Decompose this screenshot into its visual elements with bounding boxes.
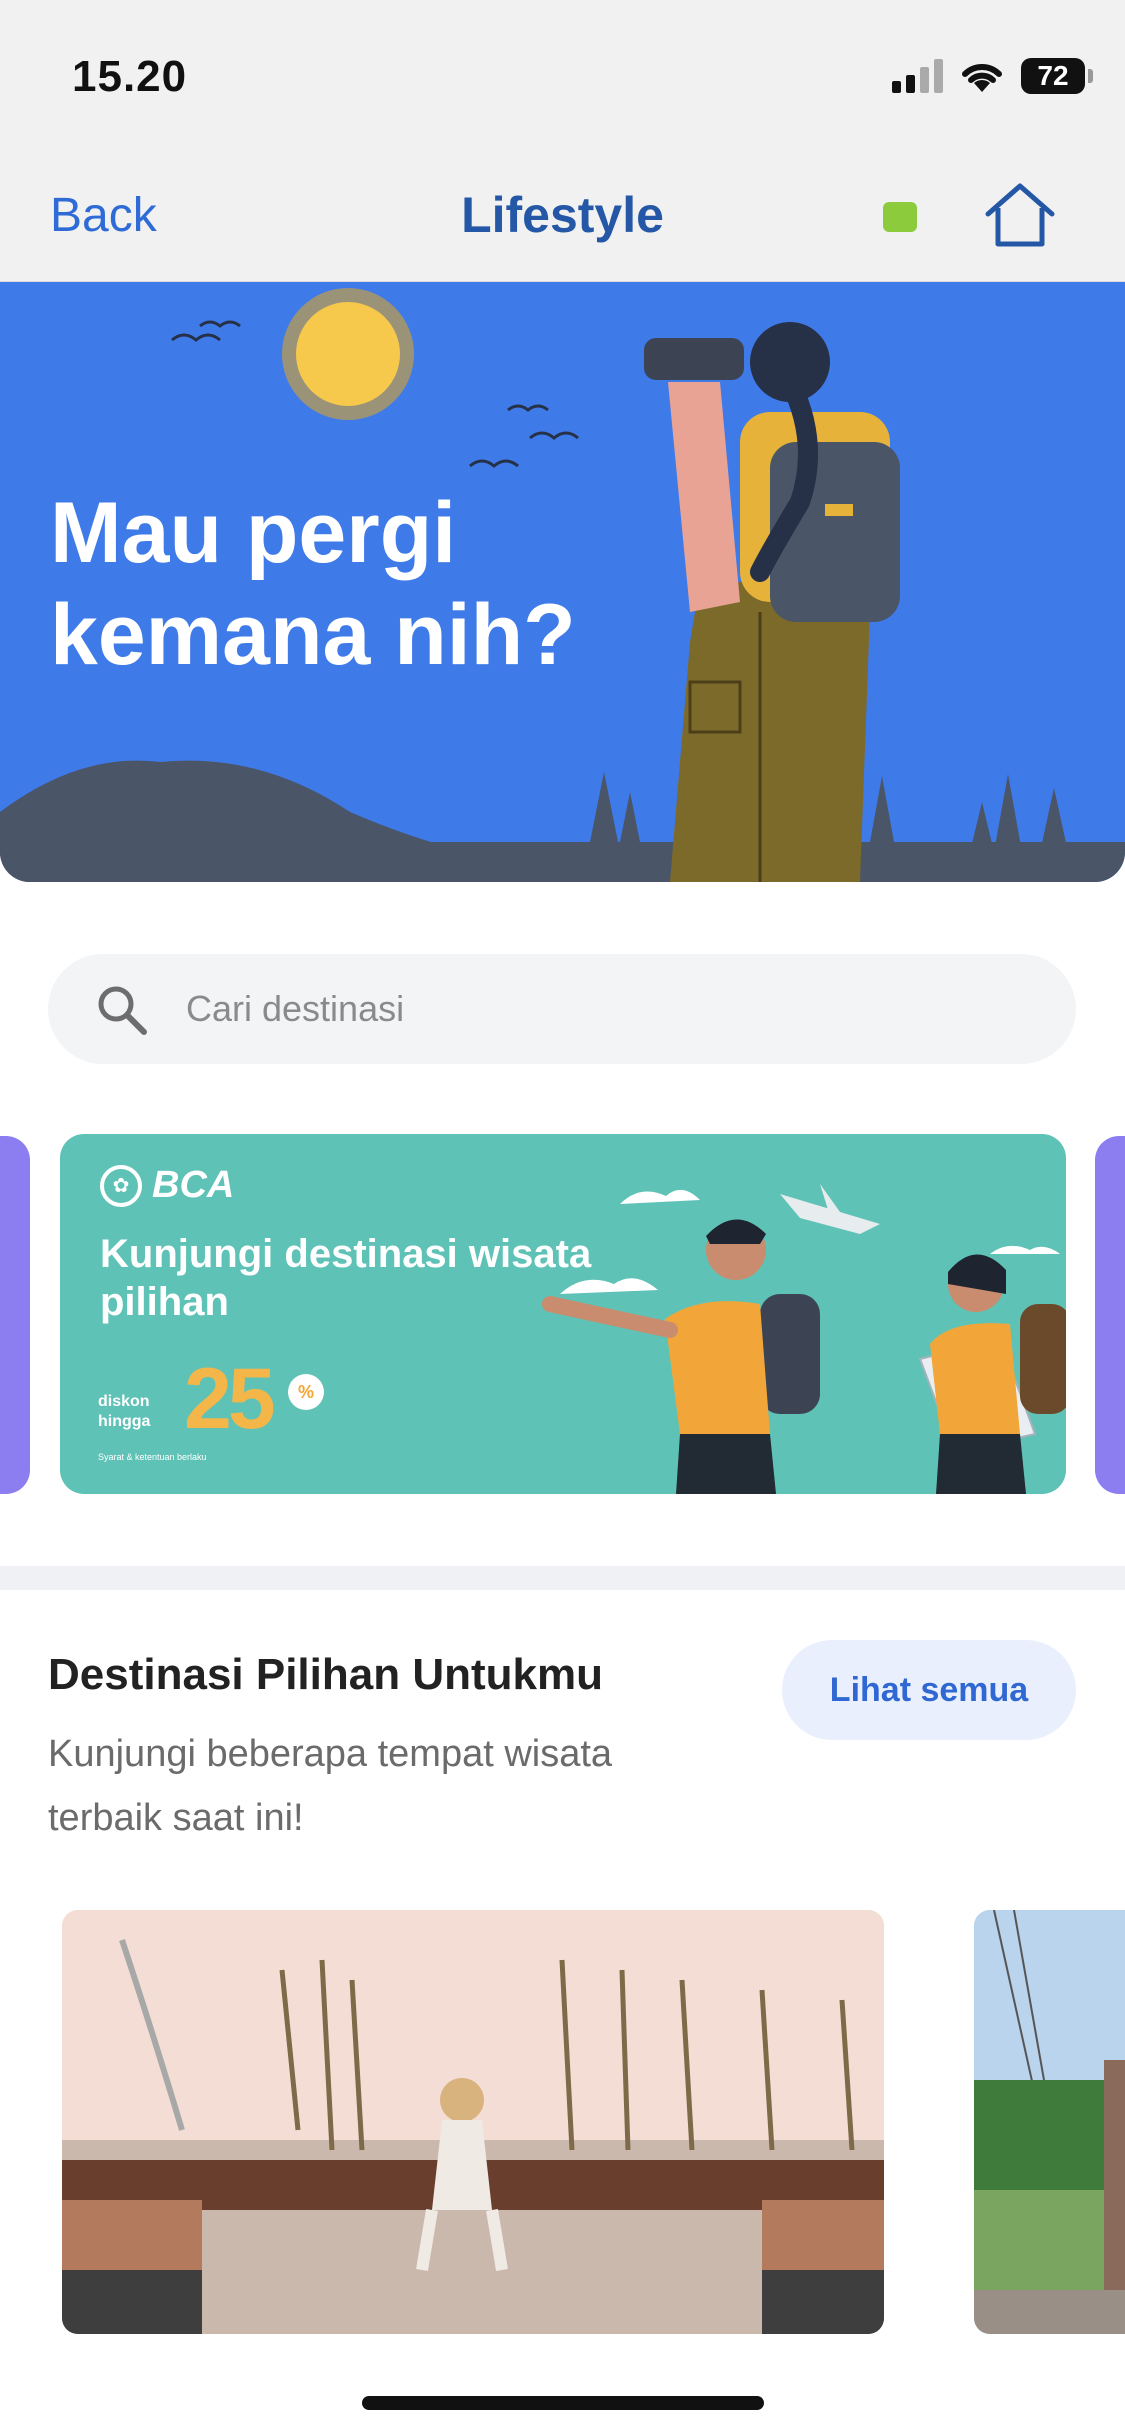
search-input[interactable] (186, 954, 1046, 1064)
page-title: Lifestyle (461, 187, 664, 243)
wifi-icon (962, 63, 1002, 92)
see-all-button[interactable]: Lihat semua (782, 1640, 1076, 1740)
banner-terms: Syarat & ketentuan berlaku (98, 1452, 207, 1462)
battery-icon: 72 (1021, 58, 1093, 94)
home-indicator (362, 2396, 764, 2410)
home-icon[interactable] (982, 180, 1058, 250)
bca-logo-text: BCA (152, 1164, 235, 1206)
bca-logo: ✿ BCA (100, 1164, 234, 1207)
promo-banner[interactable]: ✿ BCA Kunjungi destinasi wisata pilihan … (60, 1134, 1066, 1494)
banner-discount-label: diskon hingga (98, 1393, 151, 1430)
section-title: Destinasi Pilihan Untukmu (48, 1650, 603, 1699)
status-time: 15.20 (72, 52, 188, 101)
status-bar: 15.20 72 (0, 0, 1125, 150)
search-bar[interactable] (48, 954, 1076, 1064)
section-divider (0, 1566, 1125, 1590)
banner-title: Kunjungi destinasi wisata pilihan (100, 1232, 592, 1324)
banner-discount-value: 25 (184, 1351, 276, 1447)
status-indicator (883, 202, 917, 232)
hero-banner: Mau pergi kemana nih? (0, 282, 1125, 882)
destination-card[interactable] (62, 1910, 884, 2334)
bca-logo-mark-icon: ✿ (100, 1164, 142, 1207)
signal-icon (892, 59, 943, 93)
hero-title: Mau pergi kemana nih? (50, 485, 576, 683)
status-icons: 72 (892, 58, 1093, 94)
destination-photo (62, 1910, 884, 2334)
banner-discount-unit: % (288, 1374, 324, 1410)
carousel-prev-card[interactable] (0, 1136, 30, 1494)
search-icon (98, 986, 147, 1035)
destination-photo (974, 1910, 1125, 2334)
carousel-next-card[interactable] (1095, 1136, 1125, 1494)
nav-bar: Back Lifestyle (0, 150, 1125, 282)
destination-card[interactable] (974, 1910, 1125, 2334)
section-subtitle: Kunjungi beberapa tempat wisata terbaik … (48, 1733, 613, 1839)
